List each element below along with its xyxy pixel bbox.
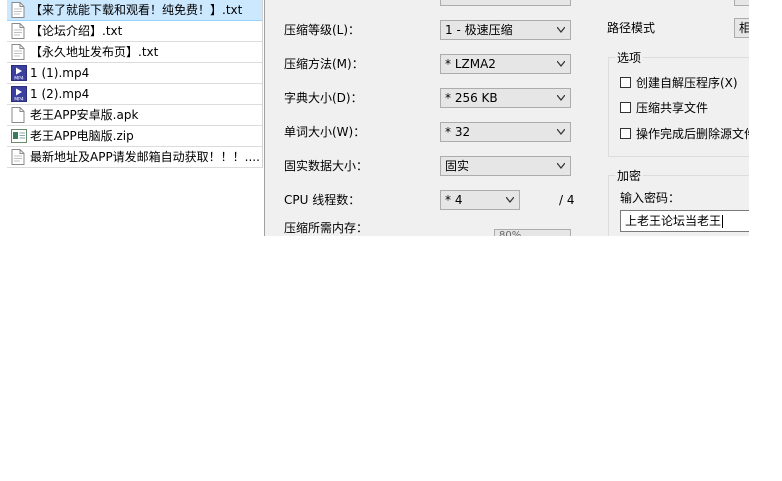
svg-text:MP4: MP4 [14, 76, 24, 82]
word-size-label: 单词大小(W)： [284, 125, 366, 139]
file-name: 老王APP电脑版.zip [30, 129, 134, 143]
encryption-group-title: 加密 [615, 168, 644, 184]
chevron-down-icon [557, 27, 565, 33]
file-name: 1 (1).mp4 [30, 66, 90, 80]
chevron-down-icon [506, 197, 514, 203]
generic-file-icon [11, 107, 25, 123]
file-name: 【永久地址发布页】.txt [30, 45, 159, 59]
compression-level-combo[interactable]: 1 - 极速压缩 [440, 20, 571, 40]
svg-text:MP4: MP4 [14, 97, 24, 103]
compression-method-combo[interactable]: * LZMA2 [440, 54, 571, 74]
update-mode-combo[interactable] [734, 0, 749, 6]
mp4-file-icon: MP4 [11, 65, 27, 82]
file-list-item[interactable]: MP4 1 (1).mp4 [7, 63, 262, 84]
file-name: 【来了就能下载和观看！纯免费！】.txt [30, 3, 243, 17]
sfx-checkbox-label: 创建自解压程序(X) [636, 76, 738, 90]
path-mode-label: 路径模式 [607, 21, 656, 35]
file-list-item[interactable]: 【永久地址发布页】.txt [7, 42, 262, 63]
compression-level-label: 压缩等级(L)： [284, 23, 361, 37]
file-list-item[interactable]: 老王APP电脑版.zip [7, 126, 262, 147]
file-name: 老王APP安卓版.apk [30, 108, 139, 122]
password-value: 上老王论坛当老王 [625, 214, 722, 228]
chevron-down-icon [557, 95, 565, 101]
cpu-threads-label: CPU 线程数： [284, 193, 361, 207]
password-input[interactable]: 上老王论坛当老王 [620, 210, 749, 232]
dictionary-size-label: 字典大小(D)： [284, 91, 363, 105]
zip-file-icon [11, 128, 27, 144]
path-mode-value: 相 [739, 19, 749, 37]
compression-method-label: 压缩方法(M)： [284, 57, 364, 71]
delete-after-checkbox-label: 操作完成后删除源文件 [636, 127, 749, 141]
solid-block-size-label: 固实数据大小： [284, 159, 369, 173]
path-mode-combo[interactable]: 相 [734, 18, 749, 38]
text-caret [722, 215, 724, 228]
file-name: 【论坛介绍】.txt [30, 24, 123, 38]
delete-after-checkbox[interactable] [620, 128, 631, 139]
chevron-down-icon [557, 61, 565, 67]
shared-files-checkbox-label: 压缩共享文件 [636, 101, 709, 115]
file-name: 最新地址及APP请发邮箱自动获取！！！.... [30, 150, 260, 164]
archive-format-combo[interactable] [440, 0, 571, 6]
text-file-icon [11, 149, 25, 165]
memory-usage-combo[interactable]: 80% [494, 229, 571, 236]
file-name: 1 (2).mp4 [30, 87, 90, 101]
options-group-title: 选项 [615, 50, 644, 66]
dictionary-size-value: * 256 KB [445, 91, 498, 105]
sfx-checkbox[interactable] [620, 77, 631, 88]
mp4-file-icon: MP4 [11, 86, 27, 103]
file-list-item[interactable]: 【来了就能下载和观看！纯免费！】.txt [7, 0, 262, 21]
password-label: 输入密码： [620, 191, 681, 205]
memory-usage-label: 压缩所需内存： [284, 221, 369, 235]
text-file-icon [11, 23, 25, 39]
chevron-down-icon [557, 129, 565, 135]
word-size-combo[interactable]: * 32 [440, 122, 571, 142]
file-list-item[interactable]: 【论坛介绍】.txt [7, 21, 262, 42]
compression-method-value: * LZMA2 [445, 57, 496, 71]
text-file-icon [11, 2, 25, 18]
compression-dialog: 压缩等级(L)： 1 - 极速压缩 压缩方法(M)： * LZMA2 字典大小(… [264, 0, 749, 236]
word-size-value: * 32 [445, 125, 471, 139]
cpu-threads-value: * 4 [445, 193, 463, 207]
cpu-threads-combo[interactable]: * 4 [440, 190, 520, 210]
solid-block-size-combo[interactable]: 固实 [440, 156, 571, 176]
compression-level-value: 1 - 极速压缩 [445, 23, 513, 37]
file-list-item[interactable]: 最新地址及APP请发邮箱自动获取！！！.... [7, 147, 262, 168]
cpu-threads-max: / 4 [559, 193, 575, 207]
chevron-down-icon [557, 163, 565, 169]
file-list-item[interactable]: MP4 1 (2).mp4 [7, 84, 262, 105]
solid-block-size-value: 固实 [445, 159, 470, 173]
shared-files-checkbox[interactable] [620, 102, 631, 113]
memory-usage-value: 80% [499, 230, 522, 236]
text-file-icon [11, 44, 25, 60]
file-list-item[interactable]: 老王APP安卓版.apk [7, 105, 262, 126]
file-list: 【来了就能下载和观看！纯免费！】.txt 【论坛介绍】.txt 【永久地址发布页】.… [7, 0, 263, 168]
dictionary-size-combo[interactable]: * 256 KB [440, 88, 571, 108]
